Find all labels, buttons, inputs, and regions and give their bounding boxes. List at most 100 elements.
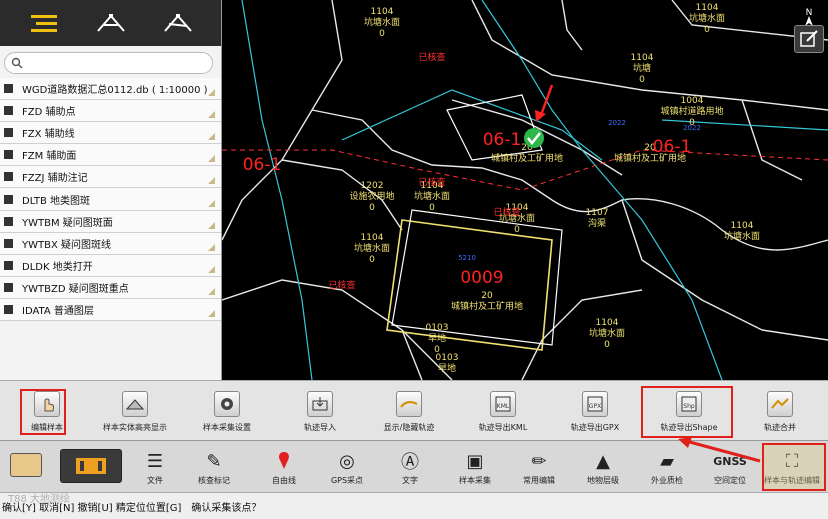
- layer-visibility-checkbox[interactable]: [4, 216, 13, 226]
- layer-level-icon: ▲: [596, 450, 610, 472]
- parcel-name-label: 坑塘水面: [414, 190, 450, 202]
- layer-label: FZX 辅助线: [22, 129, 75, 141]
- toolbar2-button[interactable]: ▣ 样本采集: [445, 441, 505, 491]
- highlight-icon: [122, 391, 148, 417]
- layer-visibility-checkbox[interactable]: [4, 194, 13, 204]
- layer-visibility-checkbox[interactable]: [4, 172, 13, 182]
- layer-visibility-checkbox[interactable]: [4, 282, 13, 292]
- toolbar2-button[interactable]: ✏ 常用编辑: [509, 441, 569, 491]
- keyboard-icon[interactable]: [10, 453, 42, 477]
- layer-item[interactable]: IDATA 普通图层: [0, 298, 221, 322]
- layer-edit-button[interactable]: [153, 6, 203, 40]
- toolbar1-button[interactable]: KML 轨迹导出KML: [466, 381, 540, 439]
- sample-collect-icon: ▣: [466, 450, 484, 472]
- parcel-name-label: 旱地: [438, 362, 456, 374]
- parcel-code-label: 1004: [681, 96, 704, 106]
- layer-expand-icon[interactable]: [208, 111, 215, 119]
- parcel-code-label: 0103: [426, 323, 449, 333]
- layer-item[interactable]: FZZJ 辅助注记: [0, 166, 221, 189]
- parcel-number-label: 0: [514, 225, 520, 235]
- parcel-number-label: 0: [639, 75, 645, 85]
- toolbar2-label: 文件: [147, 476, 163, 485]
- layer-expand-icon[interactable]: [208, 310, 215, 318]
- toolbar1-button[interactable]: 显示/隐藏轨迹: [372, 381, 446, 439]
- parcel-number-label: 0: [429, 203, 435, 213]
- layer-item[interactable]: DLDK 地类打开: [0, 254, 221, 277]
- vector-shape-icon: [96, 14, 125, 32]
- layer-expand-icon[interactable]: [208, 243, 215, 251]
- merge-icon: [767, 391, 793, 417]
- layer-item[interactable]: YWTBX 疑问图斑线: [0, 232, 221, 255]
- layer-item[interactable]: YWTBZD 疑问图斑重点: [0, 276, 221, 299]
- layer-expand-icon[interactable]: [208, 287, 215, 295]
- parcel-name-label: 城镇村道路用地: [660, 105, 723, 117]
- layer-label: FZZJ 辅助注记: [22, 173, 88, 185]
- layer-visibility-checkbox[interactable]: [4, 106, 13, 116]
- layer-item[interactable]: FZM 辅助面: [0, 144, 221, 167]
- green-check-icon: [524, 128, 544, 148]
- toolbar2-button[interactable]: Ⓐ 文字: [380, 441, 440, 491]
- layer-visibility-checkbox[interactable]: [4, 260, 13, 270]
- toolbar2-label: 外业质检: [651, 476, 683, 485]
- parcel-name-label: 城镇村及工矿用地: [451, 300, 523, 312]
- layer-expand-icon[interactable]: [208, 199, 215, 207]
- checked-tag: 已核查: [493, 206, 520, 218]
- layer-panel: WGD道路数据汇总0112.db ( 1:10000 ) FZD 辅助点 FZX 辅…: [0, 0, 222, 380]
- track-visibility-icon: [396, 391, 422, 417]
- parcel-number-label: 0: [379, 29, 385, 39]
- toolbar1-button[interactable]: 轨迹合并: [743, 381, 817, 439]
- map-svg[interactable]: 1104坑塘水面01104坑塘水面01004城镇村道路用地020城镇村及工矿用地…: [221, 0, 828, 381]
- checked-tag: 已核查: [328, 279, 355, 291]
- layer-visibility-checkbox[interactable]: [4, 238, 13, 248]
- layer-expand-icon[interactable]: [208, 177, 215, 185]
- toolbar1-button[interactable]: 样本采集设置: [190, 381, 264, 439]
- export-kml-icon: KML: [490, 391, 516, 417]
- toolbar1-button[interactable]: 轨迹导入: [283, 381, 357, 439]
- parcel-code-label: 1104: [371, 7, 394, 17]
- layer-list-button[interactable]: [19, 6, 69, 40]
- layer-expand-icon[interactable]: [208, 265, 215, 273]
- toolbar2-button[interactable]: ◎ GPS采点: [317, 441, 377, 491]
- toolbar2-label: 文字: [402, 476, 418, 485]
- main-toolbar: ☰ 文件 ✎ 核查标记 自由线 ◎ GPS采点 Ⓐ 文字 ▣ 样本采集 ✏ 常用编辑 ▲ 地物层级 ▰ 外业质检…: [0, 437, 828, 492]
- layer-label: YWTBM 疑问图斑面: [22, 217, 113, 229]
- blue-annotation: 2022: [608, 119, 626, 127]
- parcel-name-label: 坑塘水面: [364, 16, 400, 28]
- parcel-name-label: 沟渠: [588, 217, 606, 229]
- layer-expand-icon[interactable]: [208, 89, 215, 97]
- layer-item[interactable]: DLTB 地类图斑: [0, 188, 221, 211]
- map-canvas[interactable]: 1104 坑塘水面 0 1104 坑塘水面 0 1004 城镇村道路用地 0 20 城镇村及工矿用地…: [221, 0, 828, 381]
- toolbar2-button[interactable]: 自由线: [254, 441, 314, 491]
- layer-label: WGD道路数据汇总0112.db ( 1:10000 ): [22, 85, 208, 97]
- layer-expand-icon[interactable]: [208, 155, 215, 163]
- layer-item[interactable]: FZX 辅助线: [0, 122, 221, 145]
- toolbar2-button[interactable]: ✎ 核查标记: [184, 441, 244, 491]
- parcel-code-label: 1104: [696, 3, 719, 13]
- parcel-code-label: 20: [481, 291, 493, 301]
- track-mode-button[interactable]: [60, 449, 122, 483]
- layer-visibility-checkbox[interactable]: [4, 128, 13, 138]
- map-edit-button[interactable]: [794, 25, 824, 53]
- layer-visibility-checkbox[interactable]: [4, 150, 13, 160]
- toolbar1-button[interactable]: GPX 轨迹导出GPX: [558, 381, 632, 439]
- layer-label: FZD 辅助点: [22, 107, 76, 119]
- layer-search-input[interactable]: [4, 52, 213, 74]
- toolbar1-button[interactable]: 样本实体高亮显示: [98, 381, 172, 439]
- parcel-id-label: 06-1: [243, 155, 282, 175]
- layer-visibility-checkbox[interactable]: [4, 84, 13, 94]
- toolbar2-button[interactable]: ▲ 地物层级: [573, 441, 633, 491]
- layer-item[interactable]: YWTBM 疑问图斑面: [0, 210, 221, 233]
- layer-label: YWTBZD 疑问图斑重点: [22, 283, 129, 295]
- checked-tag: 已核查: [418, 51, 445, 63]
- layer-item[interactable]: FZD 辅助点: [0, 100, 221, 123]
- toolbar2-label: 空间定位: [714, 476, 746, 485]
- parcel-name-label: 坑塘: [633, 62, 651, 74]
- layer-style-button[interactable]: [86, 6, 136, 40]
- layer-item[interactable]: WGD道路数据汇总0112.db ( 1:10000 ): [0, 78, 221, 101]
- parcel-id-label: 06-1: [653, 137, 692, 157]
- toolbar2-button[interactable]: ☰ 文件: [125, 441, 185, 491]
- layer-expand-icon[interactable]: [208, 221, 215, 229]
- layer-visibility-checkbox[interactable]: [4, 304, 13, 314]
- toolbar1-label: 轨迹导入: [304, 423, 336, 432]
- layer-expand-icon[interactable]: [208, 133, 215, 141]
